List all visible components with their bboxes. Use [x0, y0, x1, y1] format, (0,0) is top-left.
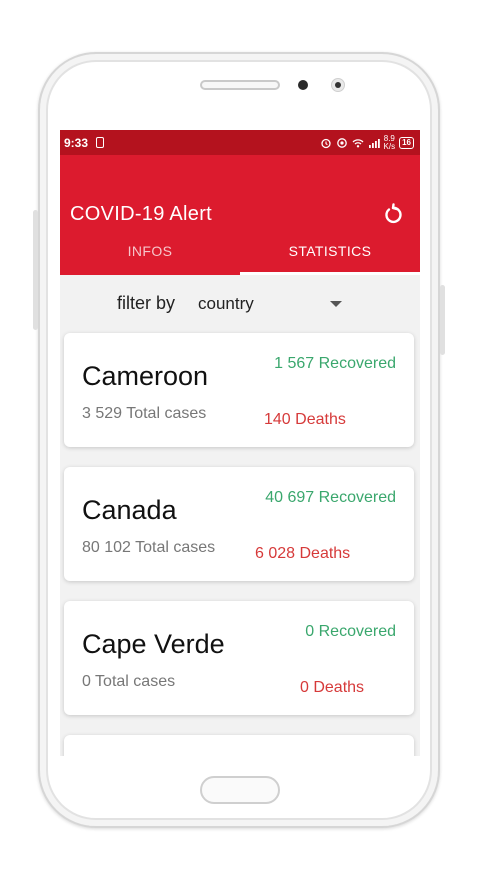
deaths-count: 140 Deaths	[264, 411, 346, 428]
phone-home-button[interactable]	[200, 776, 280, 804]
location-icon	[336, 137, 347, 148]
phone-side-button-right	[440, 285, 445, 355]
filter-label: filter by	[117, 293, 176, 313]
battery-saver-icon	[96, 137, 105, 148]
app-screen: 9:33 8.9 K/s 16 COVID-19 Alert INFOS STAT…	[60, 130, 420, 756]
wifi-icon	[352, 138, 363, 147]
total-cases: 80 102 Total cases	[82, 539, 216, 556]
recovered-count: 0 Recovered	[305, 623, 396, 640]
dropdown-arrow-icon	[330, 301, 342, 307]
net-speed: 8.9 K/s	[383, 134, 396, 151]
tab-bar: INFOS STATISTICS	[60, 227, 420, 275]
signal-icon	[368, 138, 380, 148]
country-card-cameroon[interactable]: Cameroon 3 529 Total cases 1 567 Recover…	[64, 333, 414, 447]
phone-speaker	[200, 80, 280, 90]
status-bar: 9:33 8.9 K/s 16	[60, 130, 420, 155]
country-name: Cameroon	[82, 361, 209, 391]
status-icons: 8.9 K/s 16	[320, 134, 414, 151]
country-card-cape-verde[interactable]: Cape Verde 0 Total cases 0 Recovered 0 D…	[64, 601, 414, 715]
country-name: Canada	[82, 495, 177, 525]
phone-sensor	[298, 80, 308, 90]
filter-row: filter by country	[60, 275, 420, 333]
tab-statistics-label: STATISTICS	[288, 243, 372, 259]
country-list: Cameroon 3 529 Total cases 1 567 Recover…	[64, 333, 414, 756]
battery-icon: 16	[399, 136, 414, 149]
deaths-count: 6 028 Deaths	[255, 545, 351, 562]
recovered-count: 40 697 Recovered	[265, 489, 396, 506]
recovered-count: 1 567 Recovered	[274, 355, 396, 372]
tab-infos[interactable]: INFOS	[60, 227, 240, 275]
filter-dropdown[interactable]: country	[198, 291, 346, 319]
status-time: 9:33	[64, 135, 89, 150]
app-title: COVID-19 Alert	[70, 203, 213, 225]
total-cases: 0 Total cases	[82, 673, 176, 690]
alarm-icon	[320, 138, 331, 148]
total-cases: 3 529 Total cases	[82, 405, 207, 422]
country-name: Cape Verde	[82, 629, 225, 659]
country-card-partial[interactable]	[64, 735, 414, 756]
phone-side-button-left	[33, 210, 38, 330]
tab-statistics[interactable]: STATISTICS	[240, 227, 420, 275]
app-bar: COVID-19 Alert INFOS STATISTICS	[60, 155, 420, 275]
net-speed-unit: K/s	[383, 141, 396, 151]
country-card-canada[interactable]: Canada 80 102 Total cases 40 697 Recover…	[64, 467, 414, 581]
refresh-icon[interactable]	[380, 201, 406, 227]
deaths-count: 0 Deaths	[300, 679, 365, 696]
phone-front-camera	[331, 78, 345, 92]
filter-value: country	[198, 294, 254, 313]
